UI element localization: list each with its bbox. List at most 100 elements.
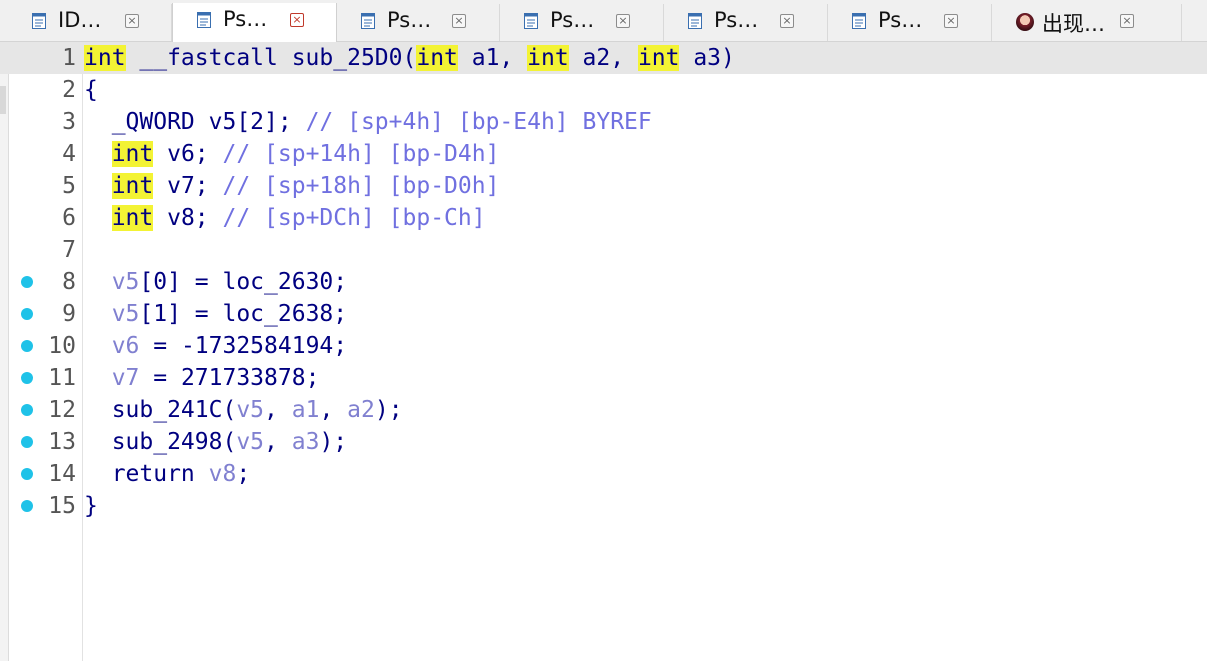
code-text[interactable]: v5[1] = loc_2638; xyxy=(84,300,347,328)
variable-token[interactable]: v5 xyxy=(112,269,140,295)
tab-2[interactable]: Ps… × xyxy=(172,3,337,42)
code-token[interactable]: a3) xyxy=(679,45,735,71)
code-text[interactable]: } xyxy=(84,492,98,520)
code-text[interactable]: { xyxy=(84,76,98,104)
code-line[interactable]: 6 int v8; // [sp+DCh] [bp-Ch] xyxy=(0,202,1207,234)
keyword-token[interactable]: int xyxy=(527,45,569,71)
code-text[interactable]: sub_241C(v5, a1, a2); xyxy=(84,396,403,424)
code-token[interactable]: [1] = loc_2638; xyxy=(139,301,347,327)
code-line[interactable]: 12 sub_241C(v5, a1, a2); xyxy=(0,394,1207,426)
code-line[interactable]: 1 int __fastcall sub_25D0(int a1, int a2,… xyxy=(0,42,1207,74)
code-token[interactable]: = -1732584194; xyxy=(139,333,347,359)
code-text[interactable]: return v8; xyxy=(84,460,251,488)
comment-token[interactable]: // [sp+14h] [bp-D4h] xyxy=(223,141,500,167)
code-token[interactable]: v8; xyxy=(153,205,222,231)
tab-4[interactable]: Ps… × xyxy=(500,4,664,41)
pseudocode-view[interactable]: 1 int __fastcall sub_25D0(int a1, int a2,… xyxy=(0,42,1207,661)
breakpoint-dot-icon[interactable] xyxy=(21,340,33,352)
breakpoint-dot-icon[interactable] xyxy=(21,276,33,288)
comment-token[interactable]: // [sp+4h] [bp-E4h] BYREF xyxy=(306,109,652,135)
variable-token[interactable]: v6 xyxy=(112,333,140,359)
code-token[interactable]: ; xyxy=(236,461,250,487)
variable-token[interactable]: a3 xyxy=(292,429,320,455)
variable-token[interactable]: v5 xyxy=(112,301,140,327)
code-token[interactable] xyxy=(84,301,112,327)
tab-1[interactable]: ID… × xyxy=(8,4,172,41)
breakpoint-dot-icon[interactable] xyxy=(21,468,33,480)
code-token[interactable]: a1, xyxy=(458,45,527,71)
code-token[interactable]: { xyxy=(84,77,98,103)
breakpoint-dot-icon[interactable] xyxy=(21,436,33,448)
close-icon[interactable]: × xyxy=(452,14,466,28)
code-line[interactable]: 4 int v6; // [sp+14h] [bp-D4h] xyxy=(0,138,1207,170)
keyword-token[interactable]: int xyxy=(111,205,154,231)
code-text[interactable]: int v8; // [sp+DCh] [bp-Ch] xyxy=(84,204,486,232)
code-line[interactable]: 15} xyxy=(0,490,1207,522)
code-text[interactable]: int v7; // [sp+18h] [bp-D0h] xyxy=(84,172,499,200)
tab-6[interactable]: Ps… × xyxy=(828,4,992,41)
code-token[interactable] xyxy=(84,365,112,391)
close-icon[interactable]: × xyxy=(290,13,304,27)
code-token[interactable]: a2, xyxy=(569,45,638,71)
code-text[interactable]: _QWORD v5[2]; // [sp+4h] [bp-E4h] BYREF xyxy=(84,108,652,136)
code-token[interactable]: ); xyxy=(319,429,347,455)
code-text[interactable]: v7 = 271733878; xyxy=(84,364,320,392)
code-token[interactable]: , xyxy=(319,397,347,423)
code-text[interactable]: int v6; // [sp+14h] [bp-D4h] xyxy=(84,140,499,168)
code-token[interactable]: ); xyxy=(375,397,403,423)
code-line[interactable]: 8 v5[0] = loc_2630; xyxy=(0,266,1207,298)
code-token[interactable]: v6; xyxy=(153,141,222,167)
code-token[interactable]: = 271733878; xyxy=(139,365,319,391)
comment-token[interactable]: // [sp+18h] [bp-D0h] xyxy=(223,173,500,199)
code-line[interactable]: 7 xyxy=(0,234,1207,266)
code-line[interactable]: 5 int v7; // [sp+18h] [bp-D0h] xyxy=(0,170,1207,202)
breakpoint-dot-icon[interactable] xyxy=(21,308,33,320)
close-icon[interactable]: × xyxy=(1120,14,1134,28)
keyword-token[interactable]: int xyxy=(84,45,126,71)
code-token[interactable] xyxy=(84,173,112,199)
variable-token[interactable]: v5 xyxy=(236,397,264,423)
keyword-token[interactable]: int xyxy=(111,141,154,167)
code-token[interactable]: , xyxy=(264,429,292,455)
code-token[interactable] xyxy=(84,333,112,359)
variable-token[interactable]: v8 xyxy=(209,461,237,487)
code-token[interactable] xyxy=(84,269,112,295)
code-line[interactable]: 11 v7 = 271733878; xyxy=(0,362,1207,394)
breakpoint-dot-icon[interactable] xyxy=(21,500,33,512)
code-token[interactable]: } xyxy=(84,493,98,519)
code-line[interactable]: 14 return v8; xyxy=(0,458,1207,490)
code-line[interactable]: 9 v5[1] = loc_2638; xyxy=(0,298,1207,330)
tab-5[interactable]: Ps… × xyxy=(664,4,828,41)
tab-7[interactable]: 出现… × xyxy=(992,4,1182,41)
keyword-token[interactable]: int xyxy=(416,45,458,71)
code-line[interactable]: 2{ xyxy=(0,74,1207,106)
close-icon[interactable]: × xyxy=(780,14,794,28)
variable-token[interactable]: a1 xyxy=(292,397,320,423)
code-line[interactable]: 13 sub_2498(v5, a3); xyxy=(0,426,1207,458)
code-line[interactable]: 3 _QWORD v5[2]; // [sp+4h] [bp-E4h] BYRE… xyxy=(0,106,1207,138)
code-text[interactable]: v6 = -1732584194; xyxy=(84,332,347,360)
code-text[interactable]: v5[0] = loc_2630; xyxy=(84,268,347,296)
keyword-token[interactable]: int xyxy=(637,45,680,71)
close-icon[interactable]: × xyxy=(125,14,139,28)
code-token[interactable]: , xyxy=(264,397,292,423)
breakpoint-dot-icon[interactable] xyxy=(21,404,33,416)
code-token[interactable]: v7; xyxy=(153,173,222,199)
code-token[interactable] xyxy=(84,141,112,167)
code-token[interactable] xyxy=(84,205,112,231)
code-token[interactable]: sub_241C( xyxy=(84,397,237,423)
tab-3[interactable]: Ps… × xyxy=(337,4,500,41)
comment-token[interactable]: // [sp+DCh] [bp-Ch] xyxy=(223,205,486,231)
code-token[interactable]: _QWORD v5[2]; xyxy=(84,109,306,135)
breakpoint-dot-icon[interactable] xyxy=(21,372,33,384)
code-line[interactable]: 10 v6 = -1732584194; xyxy=(0,330,1207,362)
code-token[interactable]: return xyxy=(84,461,209,487)
code-token[interactable]: sub_2498( xyxy=(84,429,237,455)
code-token[interactable]: [0] = loc_2630; xyxy=(139,269,347,295)
code-text[interactable]: sub_2498(v5, a3); xyxy=(84,428,347,456)
close-icon[interactable]: × xyxy=(616,14,630,28)
close-icon[interactable]: × xyxy=(944,14,958,28)
code-token[interactable]: __fastcall sub_25D0( xyxy=(126,45,416,71)
variable-token[interactable]: a2 xyxy=(347,397,375,423)
keyword-token[interactable]: int xyxy=(111,173,154,199)
